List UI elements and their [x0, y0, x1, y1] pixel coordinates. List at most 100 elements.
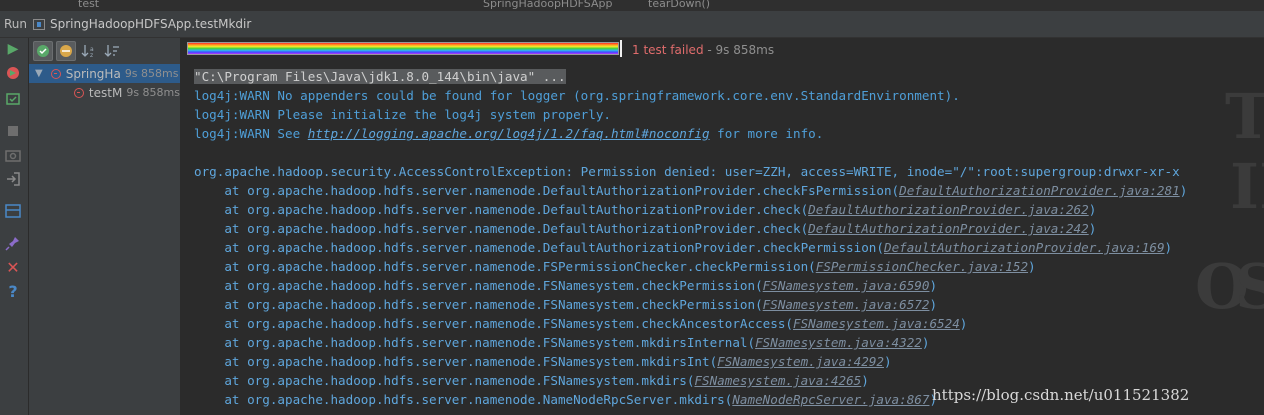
run-config-title[interactable]: SpringHadoopHDFSApp.testMkdir	[50, 17, 251, 31]
test-progress-bar	[187, 40, 622, 58]
stack-frame-close-paren: )	[1179, 183, 1188, 198]
log4j-faq-link[interactable]: http://logging.apache.org/log4j/1.2/faq.…	[308, 126, 710, 141]
console-warn-suffix: for more info.	[709, 126, 824, 141]
stack-frame-method: at org.apache.hadoop.hdfs.server.namenod…	[194, 202, 809, 217]
progress-end-marker	[620, 40, 622, 57]
console-command-line: "C:\Program Files\Java\jdk1.8.0_144\bin\…	[194, 69, 566, 84]
layout-icon[interactable]	[4, 202, 22, 220]
test-method-time: 9s 858ms	[126, 86, 180, 99]
stack-frame: at org.apache.hadoop.hdfs.server.namenod…	[194, 297, 937, 312]
stack-frame-method: at org.apache.hadoop.hdfs.server.namenod…	[194, 316, 793, 331]
background-editor-tabs: test SpringHadoopHDFSApp tearDown()	[0, 0, 1264, 11]
stack-frame-method: at org.apache.hadoop.hdfs.server.namenod…	[194, 392, 733, 407]
stack-trace: at org.apache.hadoop.hdfs.server.namenod…	[194, 183, 1187, 407]
stack-frame: at org.apache.hadoop.hdfs.server.namenod…	[194, 259, 1036, 274]
stack-frame-close-paren: )	[1164, 240, 1173, 255]
collapse-chevron-icon[interactable]: ▼	[35, 68, 43, 79]
stack-frame: at org.apache.hadoop.hdfs.server.namenod…	[194, 278, 937, 293]
stack-frame-source-link[interactable]: FSNamesystem.java:4322	[755, 335, 922, 350]
console-warn-line: log4j:WARN No appenders could be found f…	[194, 88, 960, 103]
stack-frame-source-link[interactable]: FSNamesystem.java:4265	[694, 373, 861, 388]
progress-fill	[187, 42, 619, 55]
camera-icon[interactable]	[4, 146, 22, 164]
csdn-watermark: https://blog.csdn.net/u011521382	[932, 386, 1190, 404]
tree-row-test-class[interactable]: ▼ SpringHa 9s 858ms	[29, 64, 180, 83]
stack-frame-close-paren: )	[921, 335, 930, 350]
sort-alphabetically-button[interactable]: az	[79, 41, 99, 61]
test-method-name: testM	[88, 85, 123, 100]
test-results-tree-panel: az ▼ SpringHa 9s 858ms testM 9s 858ms	[29, 38, 181, 415]
stack-frame-close-paren: )	[861, 373, 869, 388]
stack-frame: at org.apache.hadoop.hdfs.server.namenod…	[194, 202, 1096, 217]
stack-frame: at org.apache.hadoop.hdfs.server.namenod…	[194, 392, 937, 407]
stack-frame-source-link[interactable]: DefaultAuthorizationProvider.java:242	[808, 221, 1089, 236]
tests-duration: 9s 858ms	[715, 43, 775, 57]
ghost-tab-center: SpringHadoopHDFSApp	[483, 0, 613, 10]
stack-frame-method: at org.apache.hadoop.hdfs.server.namenod…	[194, 183, 900, 198]
stack-frame-method: at org.apache.hadoop.hdfs.server.namenod…	[194, 278, 763, 293]
test-status-summary: 1 test failed - 9s 858ms	[632, 43, 774, 57]
pin-icon[interactable]	[4, 234, 22, 252]
rerun-failed-icon[interactable]	[4, 64, 22, 82]
stack-frame-source-link[interactable]: FSNamesystem.java:6524	[793, 316, 960, 331]
stack-frame-method: at org.apache.hadoop.hdfs.server.namenod…	[194, 335, 756, 350]
ghost-tab-left: test	[78, 0, 100, 10]
stack-frame-close-paren: )	[959, 316, 968, 331]
stack-frame-close-paren: )	[929, 297, 938, 312]
show-passed-button[interactable]	[33, 41, 53, 61]
stack-frame-close-paren: )	[1028, 259, 1036, 274]
rerun-icon[interactable]: ▶	[4, 40, 22, 58]
stack-frame-source-link[interactable]: DefaultAuthorizationProvider.java:169	[884, 240, 1165, 255]
stack-frame-method: at org.apache.hadoop.hdfs.server.namenod…	[194, 297, 763, 312]
stack-frame-method: at org.apache.hadoop.hdfs.server.namenod…	[194, 373, 695, 388]
stop-icon[interactable]	[4, 122, 22, 140]
close-icon[interactable]: ✕	[4, 258, 22, 277]
tests-failed-count: 1 test failed	[632, 43, 704, 57]
run-label: Run	[4, 17, 28, 31]
stack-frame: at org.apache.hadoop.hdfs.server.namenod…	[194, 335, 929, 350]
run-tool-window-header: Run SpringHadoopHDFSApp.testMkdir	[0, 11, 1264, 38]
status-separator: -	[703, 43, 716, 57]
stack-frame-close-paren: )	[1088, 202, 1097, 217]
sort-by-duration-button[interactable]	[102, 41, 122, 61]
stack-frame: at org.apache.hadoop.hdfs.server.namenod…	[194, 240, 1172, 255]
show-ignored-button[interactable]	[56, 41, 76, 61]
test-failed-icon	[74, 87, 84, 98]
tree-row-test-method[interactable]: testM 9s 858ms	[29, 83, 180, 102]
stack-frame: at org.apache.hadoop.hdfs.server.namenod…	[194, 373, 869, 388]
test-failed-icon	[50, 68, 61, 79]
stack-frame-source-link[interactable]: DefaultAuthorizationProvider.java:281	[899, 183, 1180, 198]
stack-frame-source-link[interactable]: FSNamesystem.java:6590	[763, 278, 930, 293]
stack-frame-source-link[interactable]: FSNamesystem.java:6572	[763, 297, 930, 312]
test-class-name: SpringHa	[65, 66, 121, 81]
stack-frame: at org.apache.hadoop.hdfs.server.namenod…	[194, 354, 892, 369]
stack-frame-close-paren: )	[1088, 221, 1097, 236]
stack-frame-method: at org.apache.hadoop.hdfs.server.namenod…	[194, 240, 884, 255]
svg-text:z: z	[90, 52, 93, 59]
toggle-auto-test-icon[interactable]	[4, 90, 22, 108]
stack-frame: at org.apache.hadoop.hdfs.server.namenod…	[194, 183, 1187, 198]
console-warn-prefix: log4j:WARN See	[194, 126, 308, 141]
help-icon[interactable]: ?	[4, 282, 22, 301]
panel-divider[interactable]	[180, 58, 181, 415]
exit-icon[interactable]	[4, 170, 22, 188]
console-output[interactable]: "C:\Program Files\Java\jdk1.8.0_144\bin\…	[194, 67, 1187, 409]
stack-frame-method: at org.apache.hadoop.hdfs.server.namenod…	[194, 354, 718, 369]
stack-frame-source-link[interactable]: FSPermissionChecker.java:152	[816, 259, 1028, 274]
run-side-toolbar: ▶ ✕ ?	[0, 38, 29, 415]
stack-frame-source-link[interactable]: FSNamesystem.java:4292	[717, 354, 884, 369]
junit-config-icon	[33, 18, 46, 30]
stack-frame-method: at org.apache.hadoop.hdfs.server.namenod…	[194, 221, 809, 236]
ghost-tab-right: tearDown()	[648, 0, 711, 10]
stack-frame-source-link[interactable]: DefaultAuthorizationProvider.java:262	[808, 202, 1089, 217]
stack-frame-close-paren: )	[929, 278, 938, 293]
exception-message: org.apache.hadoop.security.AccessControl…	[194, 164, 1180, 179]
test-class-time: 9s 858ms	[124, 67, 179, 80]
stack-frame: at org.apache.hadoop.hdfs.server.namenod…	[194, 316, 967, 331]
console-warn-line: log4j:WARN Please initialize the log4j s…	[194, 107, 612, 122]
stack-frame: at org.apache.hadoop.hdfs.server.namenod…	[194, 221, 1096, 236]
test-tree-toolbar: az	[29, 38, 180, 64]
stack-frame-close-paren: )	[883, 354, 892, 369]
stack-frame-method: at org.apache.hadoop.hdfs.server.namenod…	[194, 259, 816, 274]
stack-frame-source-link[interactable]: NameNodeRpcServer.java:867	[732, 392, 929, 407]
